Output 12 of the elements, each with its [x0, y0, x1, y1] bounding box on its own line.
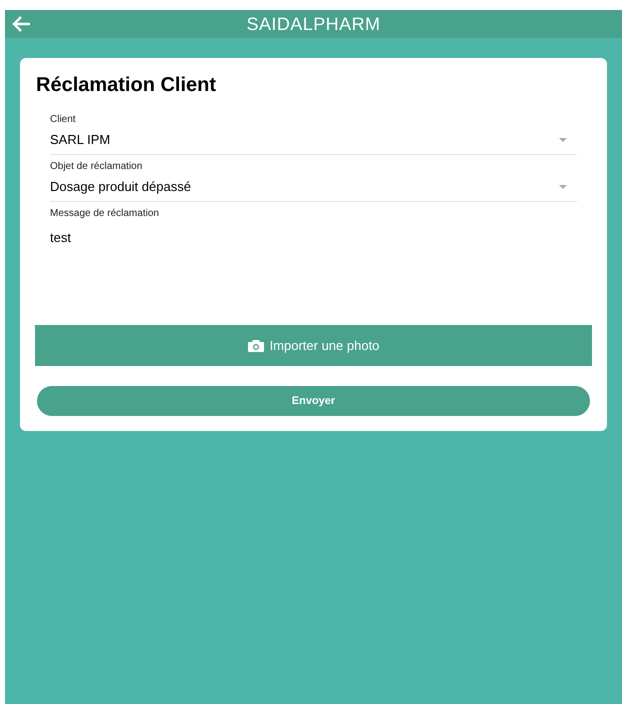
form-title: Réclamation Client: [36, 73, 218, 98]
app-title: SAIDALPHARM: [246, 12, 380, 36]
dropdown-caret-icon: [559, 138, 567, 142]
select-field[interactable]: Dosage produit dépassé: [50, 172, 577, 202]
select-field[interactable]: SARL IPM: [50, 125, 577, 155]
field-label: Objet de réclamation: [50, 160, 144, 172]
field-label: Client: [50, 113, 77, 125]
field-label: Message de réclamation: [50, 207, 160, 219]
message-field[interactable]: test: [50, 219, 577, 279]
back-arrow-icon[interactable]: [12, 14, 32, 34]
camera-icon: [248, 340, 264, 352]
dropdown-caret-icon: [559, 184, 567, 188]
